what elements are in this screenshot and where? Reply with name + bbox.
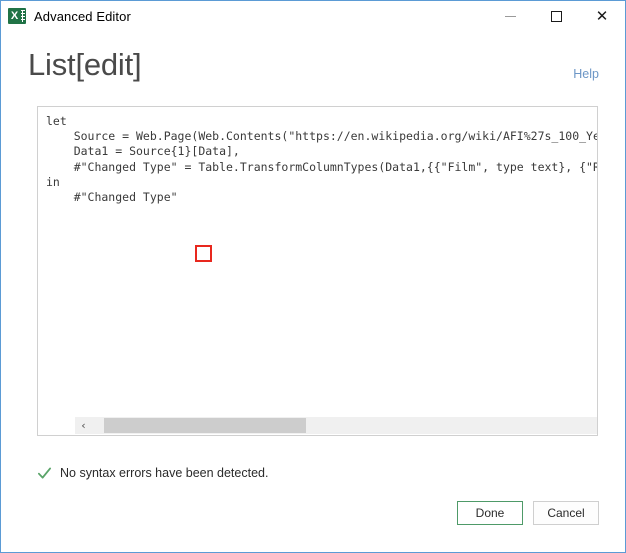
maximize-icon (550, 10, 562, 22)
header-row: List[edit] Help (1, 45, 625, 93)
code-editor[interactable]: let Source = Web.Page(Web.Contents("http… (37, 106, 598, 436)
code-line: Source = Web.Page(Web.Contents("https://… (46, 129, 598, 144)
title-bar: X Advanced Editor ✕ (1, 1, 625, 31)
code-text[interactable]: let Source = Web.Page(Web.Contents("http… (38, 114, 598, 435)
scroll-left-arrow-icon[interactable]: ‹ (75, 417, 92, 434)
code-line: #"Changed Type" (46, 189, 178, 204)
status-message: No syntax errors have been detected. (60, 466, 269, 480)
page-title: List[edit] (28, 47, 142, 82)
window-title: Advanced Editor (34, 8, 131, 24)
close-button[interactable]: ✕ (579, 1, 625, 31)
advanced-editor-window: X Advanced Editor ✕ List[edit] Help let … (0, 0, 626, 553)
window-controls: ✕ (487, 1, 625, 31)
code-line: in (46, 174, 60, 189)
maximize-button[interactable] (533, 1, 579, 31)
minimize-icon (504, 15, 516, 17)
scrollbar-thumb[interactable] (104, 418, 306, 433)
close-icon: ✕ (595, 6, 609, 25)
help-link[interactable]: Help (573, 67, 599, 81)
checkmark-icon (37, 467, 52, 479)
minimize-button[interactable] (487, 1, 533, 31)
code-line: Data1 = Source{1}[Data], (46, 144, 240, 159)
excel-icon: X (8, 7, 26, 25)
horizontal-scrollbar[interactable]: ‹ › (75, 417, 597, 434)
status-row: No syntax errors have been detected. (37, 463, 268, 483)
footer-buttons: Done Cancel (457, 501, 599, 525)
done-button[interactable]: Done (457, 501, 523, 525)
cancel-button[interactable]: Cancel (533, 501, 599, 525)
scrollbar-track[interactable] (92, 417, 597, 434)
excel-icon-letter: X (8, 8, 21, 24)
code-line: #"Changed Type" = Table.TransformColumnT… (46, 159, 598, 174)
code-line: let (46, 114, 67, 128)
